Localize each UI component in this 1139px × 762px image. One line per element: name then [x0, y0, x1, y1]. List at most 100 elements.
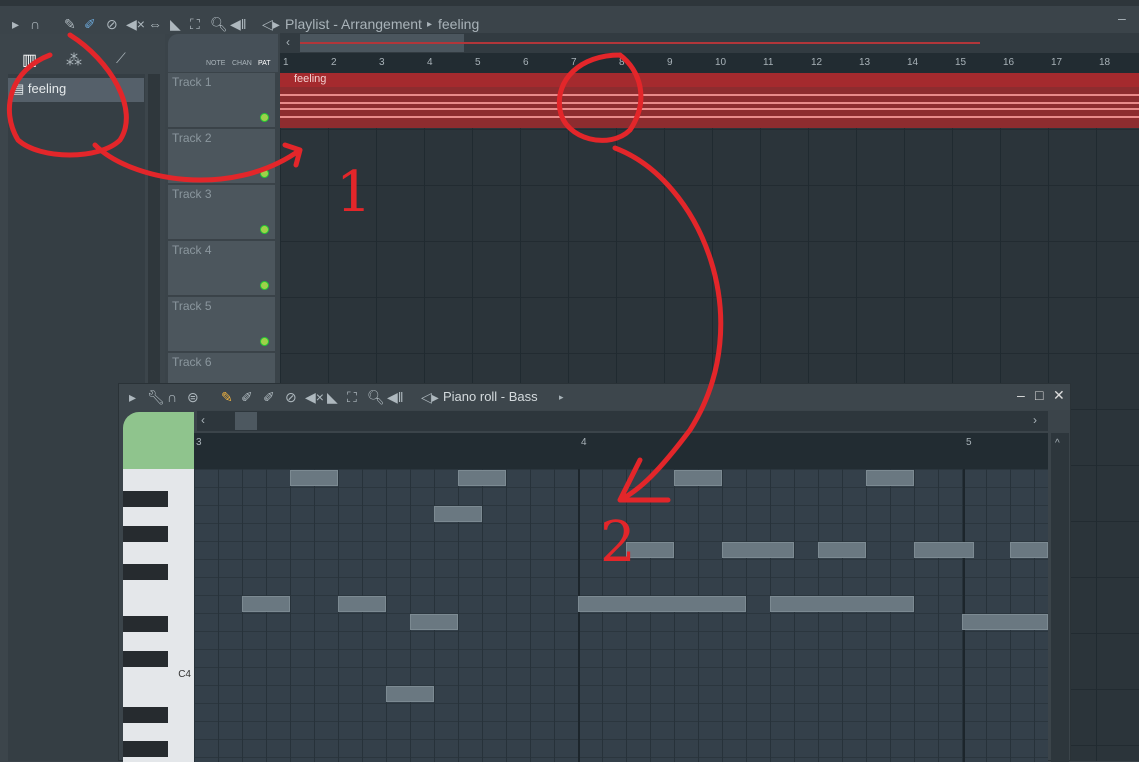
bar-number: 1 — [283, 57, 289, 68]
bar-number: 14 — [907, 57, 919, 68]
playlist-toolbar: ▸ ∩ ✎ ✐ ⊘ ◀× ⇔ ◣ ⛶ 🔍︎ ◀‖ ◁▸ Playlist - A… — [0, 0, 1139, 34]
minimize-button[interactable]: – — [1017, 387, 1025, 403]
note[interactable] — [914, 542, 974, 558]
track-name: Track 4 — [172, 243, 212, 257]
scroll-left-button[interactable]: ‹ — [286, 35, 290, 49]
note[interactable] — [722, 542, 794, 558]
black-key[interactable] — [123, 651, 168, 667]
pencil-icon[interactable]: ✎ — [221, 389, 233, 406]
pattern-item-feeling[interactable]: ▤ feeling — [8, 78, 144, 102]
piano-roll-scrollbar[interactable]: ‹ › — [197, 411, 1048, 431]
black-key[interactable] — [123, 491, 168, 507]
black-key[interactable] — [123, 564, 168, 580]
note[interactable] — [866, 470, 914, 486]
clip-header[interactable]: feeling — [280, 73, 1139, 87]
filter-pat[interactable]: PAT — [258, 60, 271, 67]
note[interactable] — [1010, 542, 1048, 558]
bar-number: 16 — [1003, 57, 1015, 68]
note[interactable] — [962, 614, 1048, 630]
minimize-button[interactable]: – — [1118, 10, 1126, 26]
select-icon[interactable]: ⛶ — [347, 389, 357, 406]
playback-icon[interactable]: ◀‖ — [387, 389, 404, 406]
track-mute-toggle[interactable] — [260, 225, 269, 234]
audio-tab[interactable]: ⁂ — [66, 50, 82, 70]
note[interactable] — [818, 542, 866, 558]
pattern-tab[interactable]: ▥ — [22, 50, 37, 70]
paint-icon[interactable]: ✐ — [241, 389, 253, 406]
note[interactable] — [410, 614, 458, 630]
magnet-icon[interactable]: ∩ — [167, 389, 177, 405]
note[interactable] — [770, 596, 914, 612]
select-icon[interactable]: ⛶ — [190, 16, 200, 33]
note[interactable] — [386, 686, 434, 702]
piano-keyboard[interactable]: C4 — [123, 469, 194, 762]
automation-tab[interactable]: ⟋ — [116, 50, 126, 67]
note[interactable] — [338, 596, 386, 612]
timeline-ruler[interactable]: 1 2 3 4 5 6 7 8 9 10 11 12 13 14 15 16 17 18 — [280, 53, 1139, 73]
track-mute-toggle[interactable] — [260, 337, 269, 346]
scroll-up-button[interactable]: ^ — [1051, 438, 1060, 449]
black-key[interactable] — [123, 526, 168, 542]
vertical-scrollbar[interactable]: ^ — [1051, 433, 1069, 762]
pencil-icon[interactable]: ✎ — [64, 16, 76, 33]
annotation-number-2: 2 — [600, 510, 636, 575]
bar-number: 4 — [581, 437, 587, 448]
note[interactable] — [578, 596, 746, 612]
track-header[interactable]: Track 4 — [168, 241, 275, 296]
bar-number: 2 — [331, 57, 337, 68]
close-button[interactable]: ✕ — [1053, 387, 1065, 404]
pattern-icon: ▤ — [12, 81, 28, 96]
note[interactable] — [434, 506, 482, 522]
track-name: Track 2 — [172, 131, 212, 145]
track-header[interactable]: Track 1 — [168, 73, 275, 128]
current-pattern[interactable]: feeling — [438, 16, 479, 32]
track-header[interactable]: Track 2 — [168, 129, 275, 184]
note-properties-toggle[interactable] — [123, 412, 194, 469]
note[interactable] — [674, 470, 722, 486]
track-mute-toggle[interactable] — [260, 113, 269, 122]
magnet-icon[interactable]: ∩ — [30, 16, 40, 32]
note[interactable] — [242, 596, 290, 612]
delete-icon[interactable]: ⊘ — [285, 389, 297, 406]
black-key[interactable] — [123, 741, 168, 757]
bar-number: 18 — [1099, 57, 1111, 68]
scroll-right-button[interactable]: › — [1033, 413, 1037, 427]
track-header[interactable]: Track 5 — [168, 297, 275, 352]
scroll-thumb[interactable] — [235, 412, 257, 430]
paint-add-icon[interactable]: ✐ — [263, 389, 275, 406]
slip-icon[interactable]: ⇔ — [148, 16, 162, 32]
slice-icon[interactable]: ◣ — [327, 389, 338, 406]
track-name: Track 6 — [172, 355, 212, 369]
track-mute-toggle[interactable] — [260, 281, 269, 290]
note[interactable] — [290, 470, 338, 486]
bar-number: 7 — [571, 57, 577, 68]
horizontal-scrollbar[interactable]: ‹ — [280, 33, 1139, 53]
playback-icon[interactable]: ◀‖ — [230, 16, 247, 33]
filter-chan[interactable]: CHAN — [232, 60, 252, 67]
play-arrow-icon[interactable]: ▸ — [129, 389, 136, 406]
black-key[interactable] — [123, 707, 168, 723]
zoom-icon[interactable]: 🔍︎ — [367, 389, 385, 406]
track-mute-toggle[interactable] — [260, 169, 269, 178]
delete-icon[interactable]: ⊘ — [106, 16, 118, 33]
black-key[interactable] — [123, 616, 168, 632]
wrench-icon[interactable]: 🔧︎ — [147, 389, 165, 406]
bar-number: 9 — [667, 57, 673, 68]
mute-icon[interactable]: ◀× — [126, 16, 145, 33]
annotation-number-1: 1 — [336, 160, 372, 225]
track-name: Track 1 — [172, 75, 212, 89]
track-header[interactable]: Track 3 — [168, 185, 275, 240]
play-arrow-icon[interactable]: ▸ — [12, 16, 19, 33]
slice-icon[interactable]: ◣ — [170, 16, 181, 33]
paint-icon[interactable]: ✐ — [84, 16, 96, 33]
key-label-c4: C4 — [178, 669, 191, 680]
scroll-left-button[interactable]: ‹ — [201, 413, 205, 427]
note[interactable] — [458, 470, 506, 486]
maximize-button[interactable]: □ — [1035, 387, 1043, 403]
bar-number: 4 — [427, 57, 433, 68]
filter-note[interactable]: NOTE — [206, 60, 225, 67]
piano-roll-ruler[interactable]: 3 4 5 — [194, 433, 1048, 469]
zoom-icon[interactable]: 🔍︎ — [210, 16, 228, 33]
menu-icon[interactable]: ⊜ — [187, 389, 199, 406]
mute-icon[interactable]: ◀× — [305, 389, 324, 406]
